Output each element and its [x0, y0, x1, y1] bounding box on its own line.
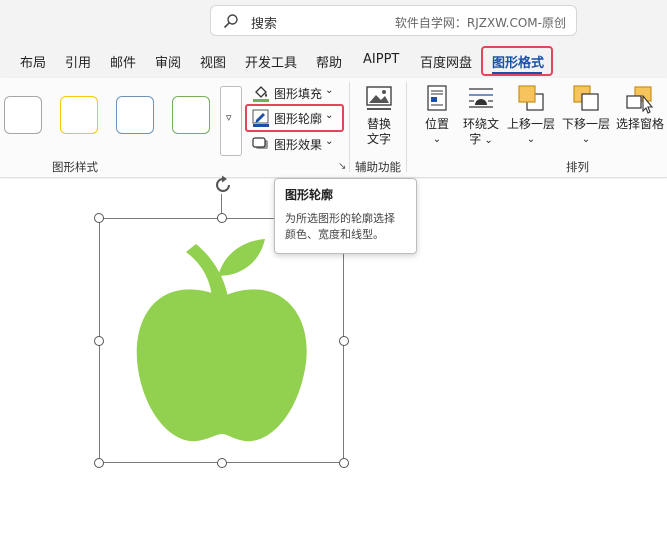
rotate-handle-stem: [221, 194, 222, 214]
chevron-down-icon: ⌄: [581, 134, 591, 145]
watermark-text: 软件自学网：RJZXW.COM-原创: [394, 16, 566, 30]
resize-handle-right[interactable]: [339, 336, 349, 346]
chevron-down-icon: ⌄: [526, 134, 536, 145]
resize-handle-left[interactable]: [94, 336, 104, 346]
chevron-down-icon: ⌄: [325, 136, 334, 147]
resize-handle-bottom-right[interactable]: [339, 458, 349, 468]
group-separator: [349, 82, 350, 172]
chevron-down-icon: ⌄: [325, 85, 334, 96]
send-backward-button[interactable]: 下移一层 ⌄: [560, 84, 612, 147]
alt-text-button[interactable]: 替换 文字: [360, 84, 398, 147]
tab-mailings[interactable]: 邮件: [110, 52, 136, 71]
selection-pane-icon: [626, 86, 654, 114]
shape-effects-button[interactable]: 图形效果 ⌄: [252, 133, 342, 155]
rotate-handle-icon[interactable]: [212, 174, 234, 196]
shape-effects-icon: [252, 137, 268, 149]
style-gallery-more-button[interactable]: ▿: [220, 86, 242, 156]
position-button[interactable]: 位置 ⌄: [420, 84, 454, 147]
group-label-accessibility: 辅助功能: [355, 160, 401, 174]
shape-outline-button-overlay[interactable]: 图形轮廓 ⌄: [252, 107, 342, 129]
tab-baidu-netdisk[interactable]: 百度网盘: [420, 52, 472, 71]
resize-handle-top[interactable]: [217, 213, 227, 223]
tab-aippt[interactable]: AIPPT: [363, 52, 399, 67]
ribbon-tabs: 布局 引用 邮件 审阅 视图 开发工具 帮助 AIPPT 百度网盘 图形格式: [0, 42, 667, 78]
shape-style-green[interactable]: [172, 96, 210, 134]
gallery-more-icon: ▿: [226, 111, 232, 124]
resize-handle-top-left[interactable]: [94, 213, 104, 223]
search-icon: [223, 14, 238, 29]
wrap-text-icon: [469, 88, 493, 108]
pencil-icon: [252, 109, 269, 127]
shape-style-gray[interactable]: [4, 96, 42, 134]
shape-style-yellow[interactable]: [60, 96, 98, 134]
apple-shape[interactable]: [100, 219, 345, 464]
paint-bucket-icon: [253, 86, 269, 102]
group-label-shape-styles: 图形样式: [52, 160, 98, 174]
position-icon: [427, 85, 447, 111]
tab-layout[interactable]: 布局: [20, 52, 46, 71]
search-label: 搜索: [251, 17, 278, 32]
shape-selection-frame[interactable]: [99, 218, 344, 463]
title-bar: 搜索 软件自学网：RJZXW.COM-原创: [0, 0, 667, 42]
shape-outline-tooltip: 图形轮廓 为所选图形的轮廓选择 颜色、宽度和线型。: [274, 178, 417, 254]
bring-forward-icon: [518, 85, 544, 111]
resize-handle-bottom[interactable]: [217, 458, 227, 468]
send-backward-icon: [573, 85, 599, 111]
group-label-arrange: 排列: [566, 160, 589, 174]
search-box[interactable]: 搜索 软件自学网：RJZXW.COM-原创: [210, 5, 577, 36]
dialog-launcher-icon[interactable]: ↘: [338, 161, 346, 172]
shape-fill-button[interactable]: 图形填充 ⌄: [252, 82, 342, 104]
tab-developer[interactable]: 开发工具: [245, 52, 297, 71]
resize-handle-bottom-left[interactable]: [94, 458, 104, 468]
chevron-down-icon: ⌄: [481, 135, 493, 146]
tab-review[interactable]: 审阅: [155, 52, 181, 71]
chevron-down-icon: ⌄: [325, 110, 334, 121]
tab-help[interactable]: 帮助: [316, 52, 342, 71]
chevron-down-icon: ⌄: [432, 134, 442, 145]
active-tab-underline: [492, 72, 542, 74]
selection-pane-button[interactable]: 选择窗格: [614, 84, 666, 132]
tooltip-description: 为所选图形的轮廓选择 颜色、宽度和线型。: [285, 212, 395, 241]
shape-style-blue[interactable]: [116, 96, 154, 134]
alt-text-icon: [366, 86, 392, 110]
tab-references[interactable]: 引用: [65, 52, 91, 71]
tooltip-title: 图形轮廓: [285, 188, 334, 202]
wrap-text-button[interactable]: 环绕文 字 ⌄: [461, 84, 501, 148]
group-separator: [406, 82, 407, 172]
bring-forward-button[interactable]: 上移一层 ⌄: [505, 84, 557, 147]
tab-view[interactable]: 视图: [200, 52, 226, 71]
